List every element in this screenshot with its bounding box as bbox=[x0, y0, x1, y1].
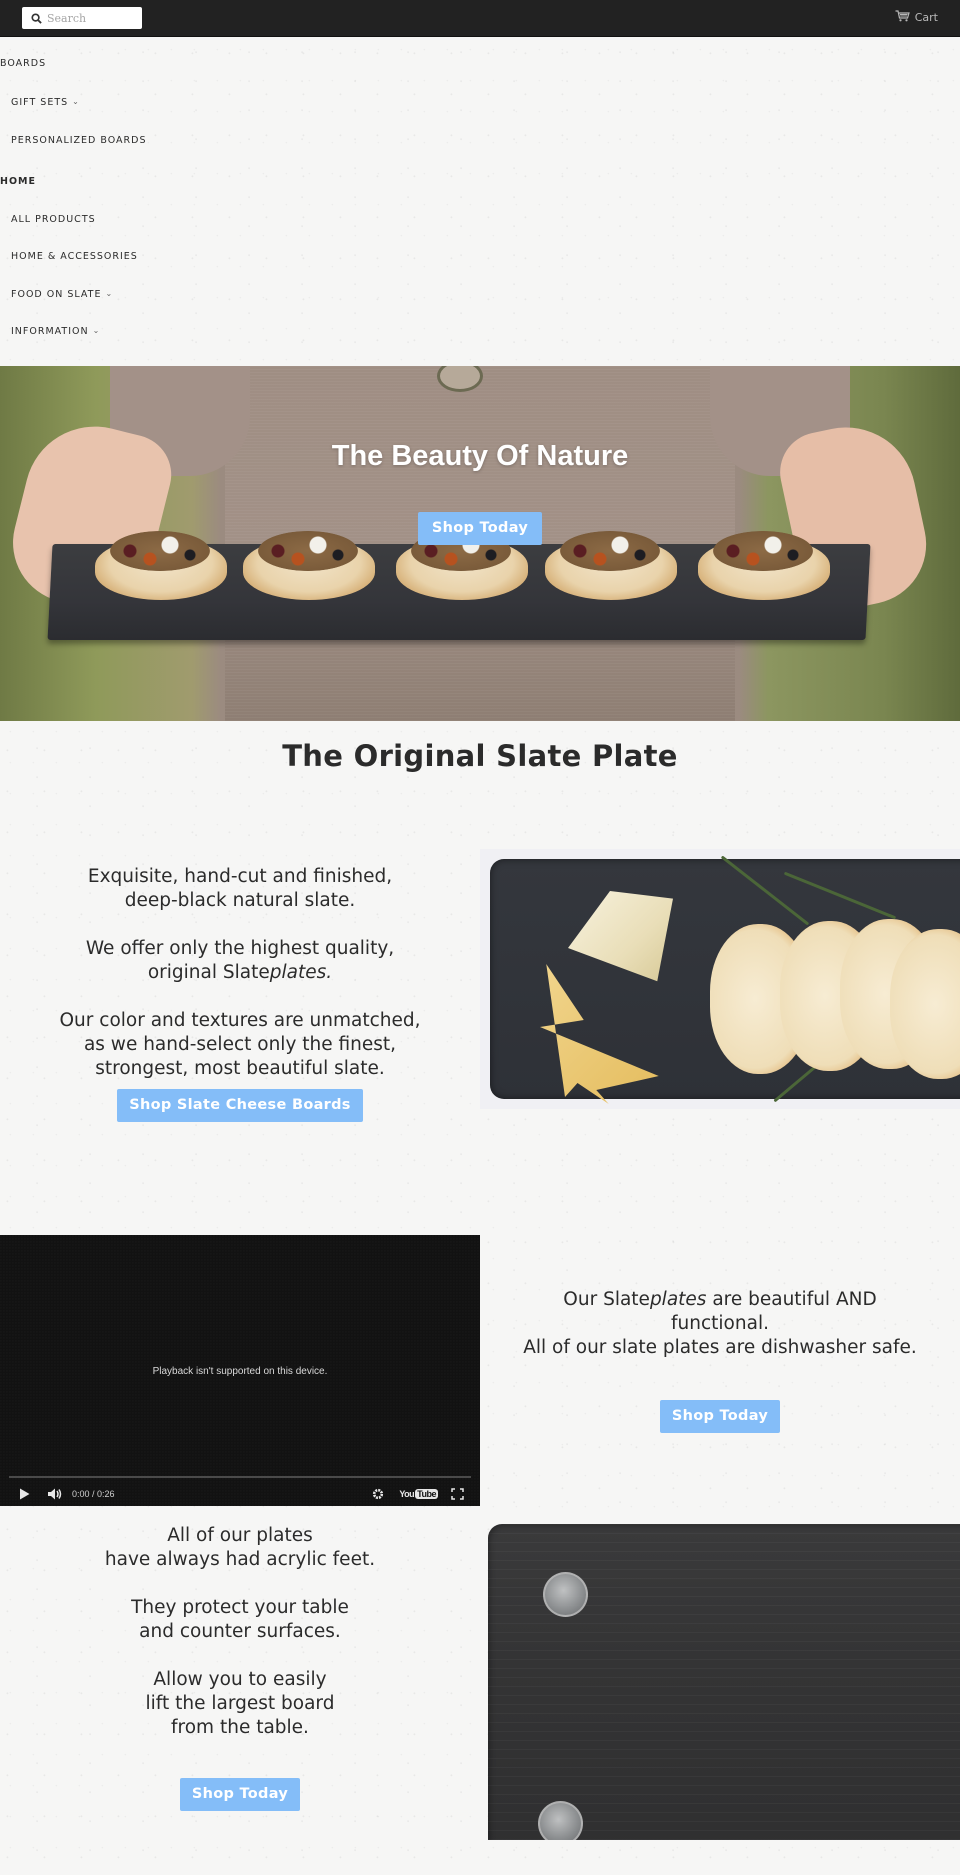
feature-paragraph: Our color and textures are unmatched, as… bbox=[0, 1009, 480, 1081]
nav-item-food-on-slate[interactable]: Food On Slate ⌄ bbox=[11, 289, 113, 300]
youtube-logo-tube: Tube bbox=[415, 1489, 438, 1499]
slate-feet-image bbox=[480, 1506, 960, 1840]
fullscreen-icon[interactable] bbox=[451, 1488, 464, 1500]
video-player[interactable]: Playback isn't supported on this device.… bbox=[0, 1235, 480, 1506]
feature-dishwasher-safe: Playback isn't supported on this device.… bbox=[0, 1235, 960, 1506]
cheese-board-image bbox=[480, 849, 960, 1109]
image-acrylic-foot bbox=[538, 1801, 583, 1840]
nav-item-label: Information bbox=[11, 326, 89, 337]
nav-item-personalized-boards[interactable]: Personalized Boards bbox=[11, 135, 147, 146]
text-emphasis: plates bbox=[269, 962, 327, 983]
text-line: original Slate bbox=[147, 962, 270, 983]
video-progress-bar[interactable] bbox=[9, 1476, 471, 1478]
shop-today-button[interactable]: Shop Today bbox=[659, 1400, 781, 1433]
text-line: All of our plates bbox=[167, 1525, 313, 1546]
main-nav: Boards Gift Sets ⌄ Personalized Boards H… bbox=[0, 37, 960, 366]
text-line: They protect your table bbox=[131, 1597, 349, 1618]
nav-item-label: Home bbox=[0, 176, 36, 187]
feature-paragraph: All of our plates have always had acryli… bbox=[0, 1524, 480, 1572]
text-line: as we hand-select only the finest, bbox=[83, 1034, 397, 1055]
hero-shop-today-button[interactable]: Shop Today bbox=[418, 512, 542, 545]
nav-item-label: Personalized Boards bbox=[11, 135, 147, 146]
nav-item-home-accessories[interactable]: Home & Accessories bbox=[11, 251, 138, 262]
search-icon[interactable] bbox=[29, 11, 43, 25]
text-line: Allow you to easily bbox=[153, 1669, 327, 1690]
nav-item-label: Food On Slate bbox=[11, 289, 102, 300]
volume-icon[interactable] bbox=[48, 1488, 63, 1500]
feature-slate-quality: Exquisite, hand-cut and finished, deep-b… bbox=[0, 849, 960, 1235]
button-wrapper: Shop Slate Cheese Boards bbox=[0, 1089, 480, 1122]
text-line: Our color and textures are unmatched, bbox=[59, 1010, 421, 1031]
cart-label: Cart bbox=[914, 11, 938, 24]
nav-item-information[interactable]: Information ⌄ bbox=[11, 326, 100, 337]
image-acrylic-foot bbox=[543, 1572, 588, 1617]
youtube-logo[interactable]: You Tube bbox=[399, 1489, 438, 1499]
search-input[interactable] bbox=[47, 11, 137, 25]
hero-content: The Beauty Of Nature Shop Today bbox=[0, 366, 960, 721]
text-line: Exquisite, hand-cut and finished, bbox=[87, 866, 393, 887]
text-line: All of our slate plates are dishwasher s… bbox=[523, 1337, 917, 1358]
text-line: have always had acrylic feet. bbox=[104, 1549, 376, 1570]
feature-paragraph: Exquisite, hand-cut and finished, deep-b… bbox=[0, 865, 480, 913]
feature-paragraph: They protect your table and counter surf… bbox=[0, 1596, 480, 1644]
search-box[interactable] bbox=[22, 7, 142, 29]
video-controls: 0:00 / 0:26 You Tube bbox=[0, 1483, 480, 1505]
feature-paragraph: Allow you to easily lift the largest boa… bbox=[0, 1668, 480, 1740]
play-icon[interactable] bbox=[19, 1488, 30, 1500]
text-line: Our Slate bbox=[563, 1289, 650, 1310]
video-time: 0:00 / 0:26 bbox=[72, 1489, 115, 1499]
shop-slate-cheese-boards-button[interactable]: Shop Slate Cheese Boards bbox=[117, 1089, 363, 1122]
feature-text: Our Slateplates are beautiful AND functi… bbox=[480, 1235, 960, 1488]
text-line: deep-black natural slate. bbox=[124, 890, 356, 911]
text-line: functional. bbox=[671, 1313, 769, 1334]
cart-link[interactable]: Cart bbox=[895, 10, 938, 25]
shop-today-button[interactable]: Shop Today bbox=[179, 1778, 301, 1811]
text-line: are beautiful AND bbox=[706, 1289, 877, 1310]
feature-text: Exquisite, hand-cut and finished, deep-b… bbox=[0, 849, 480, 1235]
nav-item-label: Boards bbox=[0, 58, 47, 69]
youtube-logo-you: You bbox=[399, 1489, 415, 1499]
feature-text: All of our plates have always had acryli… bbox=[0, 1506, 480, 1840]
nav-item-label: Home & Accessories bbox=[11, 251, 138, 262]
text-line: lift the largest board bbox=[145, 1693, 335, 1714]
nav-item-boards[interactable]: Boards bbox=[0, 58, 46, 69]
feature-paragraph: Our Slateplates are beautiful AND functi… bbox=[480, 1288, 960, 1360]
nav-item-label: Gift Sets bbox=[11, 97, 69, 108]
text-line: strongest, most beautiful slate. bbox=[95, 1058, 385, 1079]
nav-item-gift-sets[interactable]: Gift Sets ⌄ bbox=[11, 97, 80, 108]
feature-acrylic-feet: All of our plates have always had acryli… bbox=[0, 1506, 960, 1840]
chevron-down-icon: ⌄ bbox=[105, 289, 114, 298]
nav-item-all-products[interactable]: All Products bbox=[11, 214, 96, 225]
nav-item-label: All Products bbox=[11, 214, 96, 225]
button-wrapper: Shop Today bbox=[0, 1778, 480, 1811]
button-wrapper: Shop Today bbox=[480, 1400, 960, 1433]
cart-icon bbox=[895, 10, 910, 25]
top-bar: Cart bbox=[0, 0, 960, 37]
text-line: and counter surfaces. bbox=[139, 1621, 341, 1642]
image-slate-board bbox=[488, 1524, 960, 1840]
hero-banner: The Beauty Of Nature Shop Today bbox=[0, 366, 960, 721]
text-line: We offer only the highest quality, bbox=[85, 938, 395, 959]
text-punctuation: . bbox=[326, 962, 333, 983]
nav-item-home[interactable]: Home bbox=[0, 176, 36, 187]
chevron-down-icon: ⌄ bbox=[92, 326, 101, 335]
text-line: from the table. bbox=[171, 1717, 309, 1738]
settings-icon[interactable] bbox=[372, 1488, 384, 1500]
feature-paragraph: We offer only the highest quality, origi… bbox=[0, 937, 480, 985]
section-title: The Original Slate Plate bbox=[282, 739, 678, 773]
chevron-down-icon: ⌄ bbox=[72, 97, 80, 106]
hero-title: The Beauty Of Nature bbox=[331, 440, 629, 472]
text-emphasis: plates bbox=[649, 1289, 707, 1310]
video-message: Playback isn't supported on this device. bbox=[152, 1366, 328, 1377]
